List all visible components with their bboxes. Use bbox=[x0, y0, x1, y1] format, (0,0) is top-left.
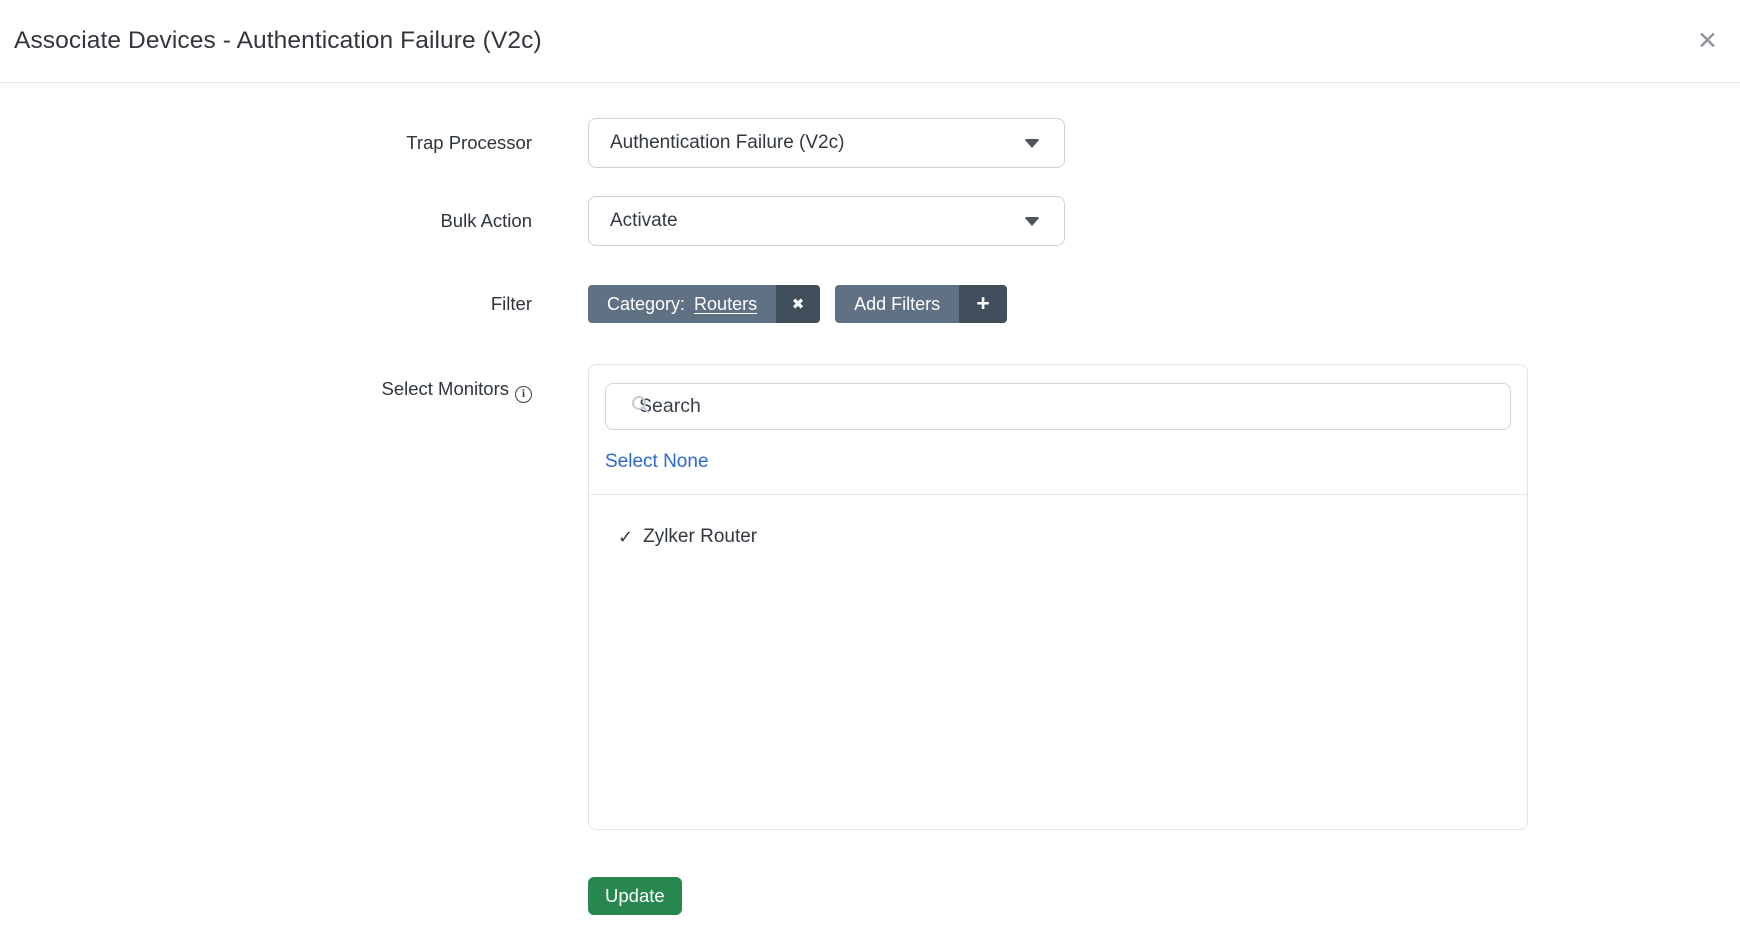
bulk-action-row: Bulk Action Activate bbox=[0, 196, 1740, 246]
monitors-panel-header: Select None bbox=[589, 365, 1527, 494]
add-filters-button[interactable]: Add Filters bbox=[835, 285, 959, 323]
trap-processor-select[interactable]: Authentication Failure (V2c) bbox=[588, 118, 1065, 168]
filter-label: Filter bbox=[0, 293, 532, 315]
add-filter-plus-button[interactable]: + bbox=[959, 285, 1007, 323]
remove-filter-button[interactable]: ✖ bbox=[776, 285, 820, 323]
modal-actions: Update bbox=[588, 877, 1740, 915]
trap-processor-value: Authentication Failure (V2c) bbox=[610, 132, 844, 154]
select-monitors-label-text: Select Monitors bbox=[382, 378, 510, 399]
info-icon[interactable]: i bbox=[515, 386, 532, 403]
select-none-link[interactable]: Select None bbox=[605, 451, 709, 473]
modal-header: Associate Devices - Authentication Failu… bbox=[0, 0, 1740, 83]
chevron-down-icon bbox=[1024, 139, 1040, 148]
bulk-action-value: Activate bbox=[610, 210, 678, 232]
close-icon[interactable]: ✕ bbox=[1697, 29, 1718, 54]
monitors-panel: Select None ✓ Zylker Router bbox=[588, 364, 1528, 830]
page-title: Associate Devices - Authentication Failu… bbox=[14, 27, 542, 55]
check-icon: ✓ bbox=[618, 527, 633, 548]
add-filters-chip: Add Filters + bbox=[835, 285, 1007, 323]
add-filters-label: Add Filters bbox=[854, 294, 940, 315]
filter-chip-category-edit[interactable]: Category: Routers bbox=[588, 285, 776, 323]
monitors-list: ✓ Zylker Router bbox=[589, 494, 1527, 829]
select-monitors-row: Select Monitors i Select None bbox=[0, 364, 1740, 830]
close-icon: ✖ bbox=[792, 295, 805, 313]
plus-icon: + bbox=[976, 290, 989, 317]
list-item[interactable]: ✓ Zylker Router bbox=[589, 495, 1527, 548]
bulk-action-select[interactable]: Activate bbox=[588, 196, 1065, 246]
filter-chip-category: Category: Routers ✖ bbox=[588, 285, 820, 323]
select-monitors-label: Select Monitors i bbox=[0, 364, 532, 403]
search-input[interactable] bbox=[605, 383, 1511, 430]
trap-processor-label: Trap Processor bbox=[0, 132, 532, 154]
associate-devices-modal: Associate Devices - Authentication Failu… bbox=[0, 0, 1740, 915]
update-button[interactable]: Update bbox=[588, 877, 682, 915]
filter-chip-field: Category: bbox=[607, 294, 685, 315]
filter-chip-value[interactable]: Routers bbox=[694, 294, 757, 315]
filter-row: Filter Category: Routers ✖ Add Filters + bbox=[0, 285, 1740, 323]
bulk-action-label: Bulk Action bbox=[0, 210, 532, 232]
trap-processor-row: Trap Processor Authentication Failure (V… bbox=[0, 118, 1740, 168]
monitor-name: Zylker Router bbox=[643, 526, 757, 548]
chevron-down-icon bbox=[1024, 217, 1040, 226]
